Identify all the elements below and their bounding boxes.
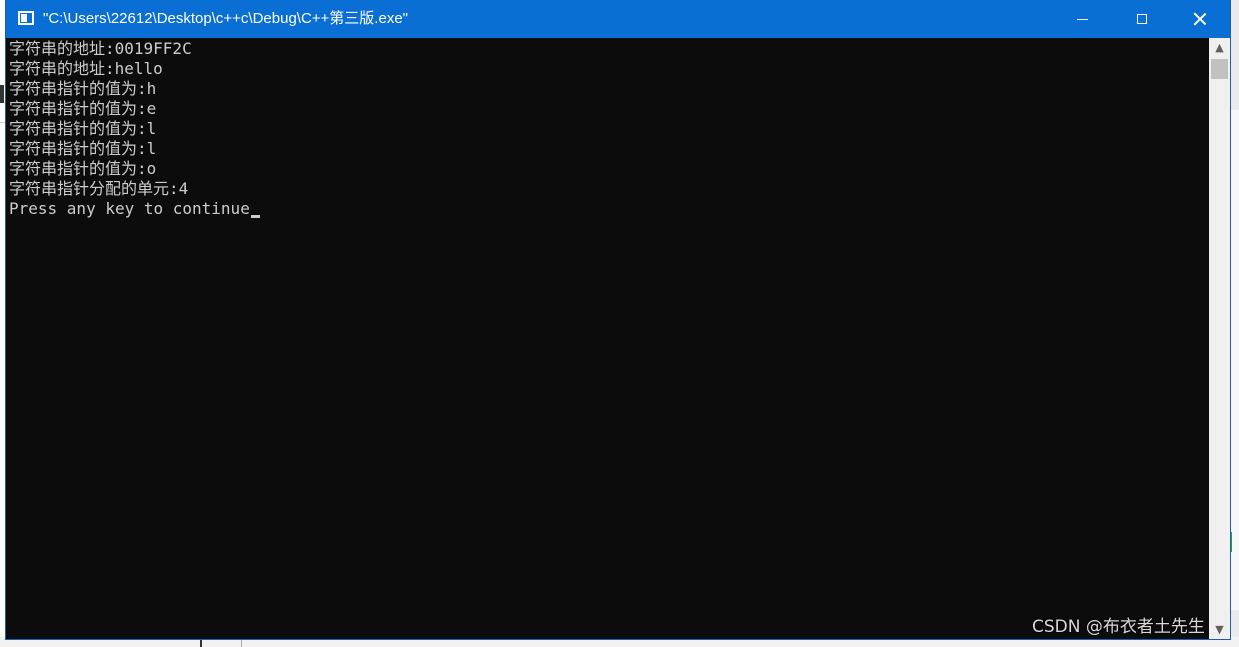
text-cursor bbox=[250, 215, 260, 218]
maximize-button[interactable] bbox=[1112, 0, 1172, 38]
maximize-icon bbox=[1137, 14, 1147, 24]
minimize-icon bbox=[1076, 18, 1088, 20]
scroll-down-arrow-icon[interactable]: ▼ bbox=[1209, 620, 1230, 639]
close-button[interactable] bbox=[1170, 0, 1230, 38]
background-editor-marker bbox=[0, 85, 4, 103]
vertical-scrollbar[interactable]: ▲ ▼ bbox=[1209, 38, 1230, 639]
console-line: 字符串指针的值为:e bbox=[9, 99, 157, 118]
scroll-up-arrow-icon[interactable]: ▲ bbox=[1209, 38, 1230, 57]
console-line: 字符串的地址:hello bbox=[9, 59, 163, 78]
console-line: 字符串指针的值为:l bbox=[9, 119, 157, 138]
console-line: 字符串指针的值为:l bbox=[9, 139, 157, 158]
console-window[interactable]: "C:\Users\22612\Desktop\c++c\Debug\C++第三… bbox=[6, 0, 1230, 639]
console-line: 字符串指针分配的单元:4 bbox=[9, 179, 189, 198]
scroll-thumb[interactable] bbox=[1211, 59, 1228, 79]
title-bar[interactable]: "C:\Users\22612\Desktop\c++c\Debug\C++第三… bbox=[6, 0, 1230, 38]
close-icon bbox=[1193, 12, 1207, 26]
console-output[interactable]: 字符串的地址:0019FF2C 字符串的地址:hello 字符串指针的值为:h … bbox=[6, 38, 1209, 639]
console-lines: 字符串的地址:0019FF2C 字符串的地址:hello 字符串指针的值为:h … bbox=[9, 39, 260, 219]
console-line: 字符串指针的值为:o bbox=[9, 159, 157, 178]
console-app-icon[interactable] bbox=[18, 11, 34, 25]
background-editor-green-mark bbox=[1230, 532, 1238, 552]
minimize-button[interactable] bbox=[1052, 0, 1112, 38]
window-title: "C:\Users\22612\Desktop\c++c\Debug\C++第三… bbox=[43, 10, 408, 27]
console-prompt-line: Press any key to continue bbox=[9, 199, 260, 219]
watermark: CSDN @布衣者土先生 bbox=[1032, 617, 1205, 637]
console-line: 字符串指针的值为:h bbox=[9, 79, 157, 98]
console-line: 字符串的地址:0019FF2C bbox=[9, 39, 192, 58]
console-prompt-text: Press any key to continue bbox=[9, 199, 250, 218]
